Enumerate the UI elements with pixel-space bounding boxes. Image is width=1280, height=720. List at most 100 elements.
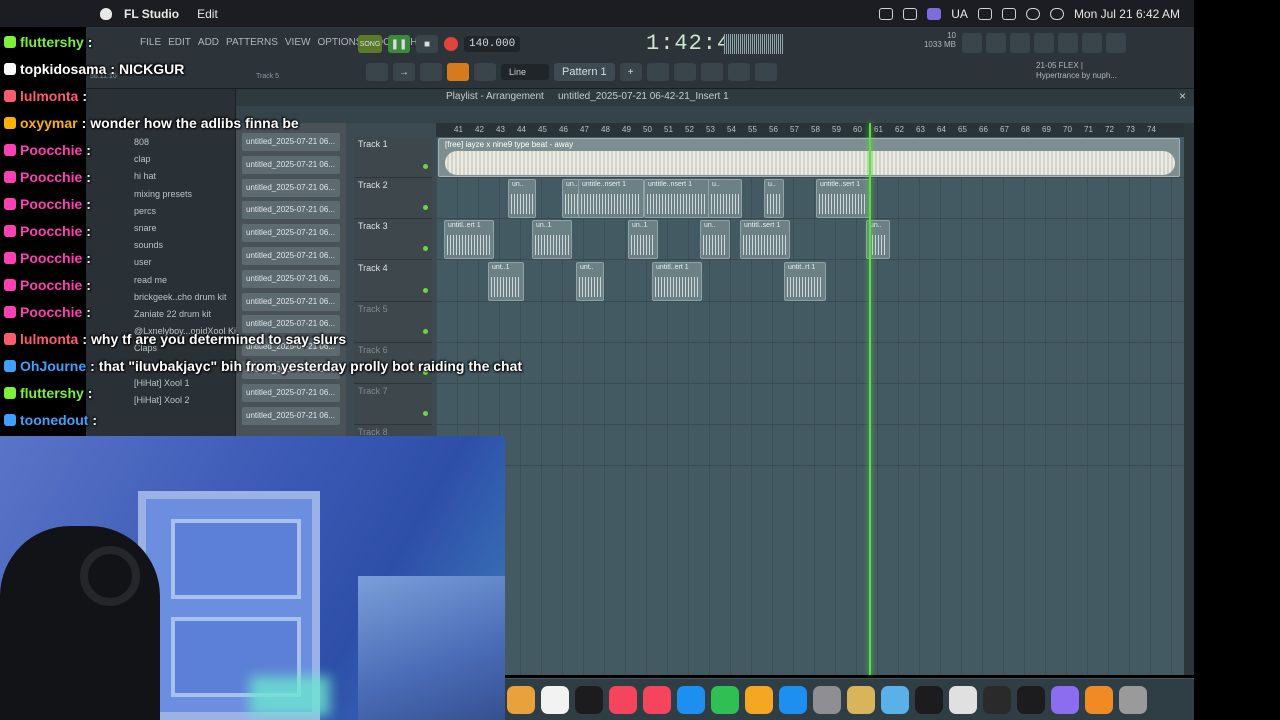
pattern-picker-item[interactable]: untitled_2025-07-21 06... bbox=[242, 269, 340, 288]
pages-icon[interactable] bbox=[745, 685, 773, 714]
channel-rack-icon[interactable] bbox=[673, 63, 696, 81]
track-enable-led[interactable] bbox=[423, 411, 428, 417]
status-icon[interactable] bbox=[879, 7, 894, 20]
browser-item[interactable]: snare bbox=[134, 223, 157, 233]
browser-item[interactable]: [HiHat] Xool 2 bbox=[134, 395, 190, 405]
browser-icon[interactable] bbox=[754, 63, 777, 81]
audio-clip[interactable]: u.. bbox=[708, 179, 742, 219]
snap-select[interactable]: Line bbox=[501, 64, 549, 80]
menubar-app-name[interactable]: FL Studio bbox=[124, 7, 179, 21]
browser-item[interactable]: sounds bbox=[134, 240, 163, 250]
close-icon[interactable]: × bbox=[1179, 89, 1186, 103]
browser-item[interactable]: percs bbox=[134, 206, 156, 216]
system-settings-icon[interactable] bbox=[813, 685, 841, 714]
fl-menu-item[interactable]: PATTERNS bbox=[226, 37, 278, 48]
news-icon[interactable] bbox=[643, 685, 671, 714]
fl-menu-item[interactable]: ADD bbox=[198, 37, 219, 48]
wifi-icon[interactable] bbox=[1025, 7, 1040, 20]
playlist-icon[interactable] bbox=[646, 63, 669, 81]
keynote-icon[interactable] bbox=[677, 685, 705, 714]
obs-icon[interactable] bbox=[983, 685, 1011, 714]
browser-item[interactable]: Zaniate 22 drum kit bbox=[134, 309, 211, 319]
play-button[interactable]: ❚❚ bbox=[388, 35, 410, 53]
pattern-picker-item[interactable]: untitled_2025-07-21 06... bbox=[242, 383, 340, 402]
battery-icon[interactable] bbox=[1001, 7, 1016, 20]
piano-roll-icon[interactable] bbox=[366, 63, 388, 81]
track-lane[interactable] bbox=[436, 302, 1184, 343]
fl-menu-item[interactable]: FILE bbox=[140, 37, 161, 48]
track-header[interactable]: Track 5 bbox=[354, 302, 432, 343]
record-button[interactable] bbox=[444, 37, 458, 51]
pattern-picker-item[interactable]: untitled_2025-07-21 06... bbox=[242, 155, 340, 174]
status-icon[interactable] bbox=[903, 7, 918, 20]
fl-menu-item[interactable]: OPTIONS bbox=[317, 37, 362, 48]
download-icon[interactable] bbox=[1106, 33, 1126, 53]
track-header[interactable]: Track 3 bbox=[354, 219, 432, 261]
preview-icon[interactable] bbox=[881, 685, 909, 714]
arc-icon[interactable] bbox=[1051, 685, 1079, 714]
browser-item[interactable]: 808 bbox=[134, 137, 149, 147]
save-icon[interactable] bbox=[1058, 33, 1078, 53]
pencil-icon[interactable] bbox=[420, 63, 442, 81]
audio-clip[interactable]: untitl..ert 1 bbox=[444, 220, 494, 260]
track-header[interactable]: Track 2 bbox=[354, 178, 432, 220]
audio-clip[interactable]: un..1 bbox=[628, 220, 658, 260]
audio-clip[interactable]: u.. bbox=[764, 179, 784, 219]
fl-studio-icon[interactable] bbox=[1085, 685, 1113, 714]
notes-icon[interactable] bbox=[847, 685, 875, 714]
audio-clip[interactable]: untitle..nsert 1 bbox=[578, 179, 644, 219]
activity-icon[interactable] bbox=[949, 685, 977, 714]
track-lane[interactable] bbox=[436, 343, 1184, 384]
track-enable-led[interactable] bbox=[423, 164, 428, 169]
export-icon[interactable] bbox=[1082, 33, 1102, 53]
vertical-scrollbar[interactable] bbox=[1184, 123, 1194, 675]
help-icon[interactable] bbox=[1034, 33, 1054, 53]
song-mode-toggle[interactable]: SONG bbox=[358, 35, 382, 53]
track-lane[interactable] bbox=[436, 178, 1184, 220]
timeline-ruler[interactable]: 41 42 43 44 45 46 47 48 49 50 51 52 53 54 55 56 57 58 59 60… bbox=[436, 123, 1194, 137]
tempo-display[interactable]: 140.000 bbox=[464, 36, 521, 52]
freeform-icon[interactable] bbox=[541, 685, 569, 714]
audio-clip[interactable]: untitl..sert 1 bbox=[740, 220, 790, 260]
track-lane[interactable] bbox=[436, 384, 1184, 426]
audio-clip[interactable]: un..1 bbox=[532, 220, 572, 260]
audio-clip[interactable]: un.. bbox=[700, 220, 730, 260]
stop-button[interactable]: ■ bbox=[416, 35, 438, 53]
pattern-picker-item[interactable]: untitled_2025-07-21 06... bbox=[242, 224, 340, 243]
link-icon[interactable] bbox=[447, 63, 469, 81]
track-enable-led[interactable] bbox=[423, 205, 428, 211]
playhead[interactable] bbox=[869, 123, 871, 675]
track-header[interactable]: Track 1 bbox=[354, 137, 432, 178]
finder-icon[interactable] bbox=[507, 685, 535, 714]
plugin-icon[interactable] bbox=[727, 63, 750, 81]
mic-icon[interactable] bbox=[1010, 33, 1030, 53]
menubar-clock[interactable]: Mon Jul 21 6:42 AM bbox=[1074, 7, 1180, 21]
control-center-icon[interactable] bbox=[977, 7, 992, 20]
pattern-picker-item[interactable]: untitled_2025-07-21 06... bbox=[242, 406, 340, 425]
audio-clip[interactable]: un.. bbox=[508, 179, 536, 219]
arrow-icon[interactable]: → bbox=[393, 63, 415, 81]
add-pattern-icon[interactable]: + bbox=[619, 63, 642, 81]
trash-icon[interactable] bbox=[1119, 685, 1147, 714]
audio-clip-main[interactable]: [free] iayze x nine9 type beat - away bbox=[438, 138, 1180, 177]
numbers-icon[interactable] bbox=[711, 685, 739, 714]
track-header[interactable]: Track 4 bbox=[354, 261, 432, 302]
input-source[interactable]: UA bbox=[951, 7, 968, 21]
capcut-icon[interactable] bbox=[1017, 685, 1045, 714]
music-icon[interactable] bbox=[609, 685, 637, 714]
browser-item[interactable]: mixing presets bbox=[134, 189, 192, 199]
pattern-picker-item[interactable]: untitled_2025-07-21 06... bbox=[242, 178, 340, 197]
audio-clip[interactable]: unt.. bbox=[576, 261, 604, 301]
pattern-select[interactable]: Pattern 1 bbox=[554, 63, 615, 81]
flex-preset[interactable]: 21-05 FLEX | Hypertrance by nuph... bbox=[1036, 61, 1117, 81]
arrangement-grid[interactable]: un.. un.. untitle..nsert 1 untitle..nsert 1… bbox=[436, 137, 1184, 675]
menubar-edit[interactable]: Edit bbox=[197, 7, 218, 21]
browser-item[interactable]: read me bbox=[134, 275, 167, 285]
audio-clip[interactable]: untitle..nsert 1 bbox=[644, 179, 710, 219]
mixer-icon[interactable] bbox=[700, 63, 723, 81]
audio-clip[interactable]: untitle..sert 1 bbox=[816, 179, 870, 219]
stamp-icon[interactable] bbox=[474, 63, 496, 81]
app-store-icon[interactable] bbox=[779, 685, 807, 714]
search-icon[interactable] bbox=[1049, 7, 1064, 20]
pattern-picker-item[interactable]: untitled_2025-07-21 06... bbox=[242, 247, 340, 265]
